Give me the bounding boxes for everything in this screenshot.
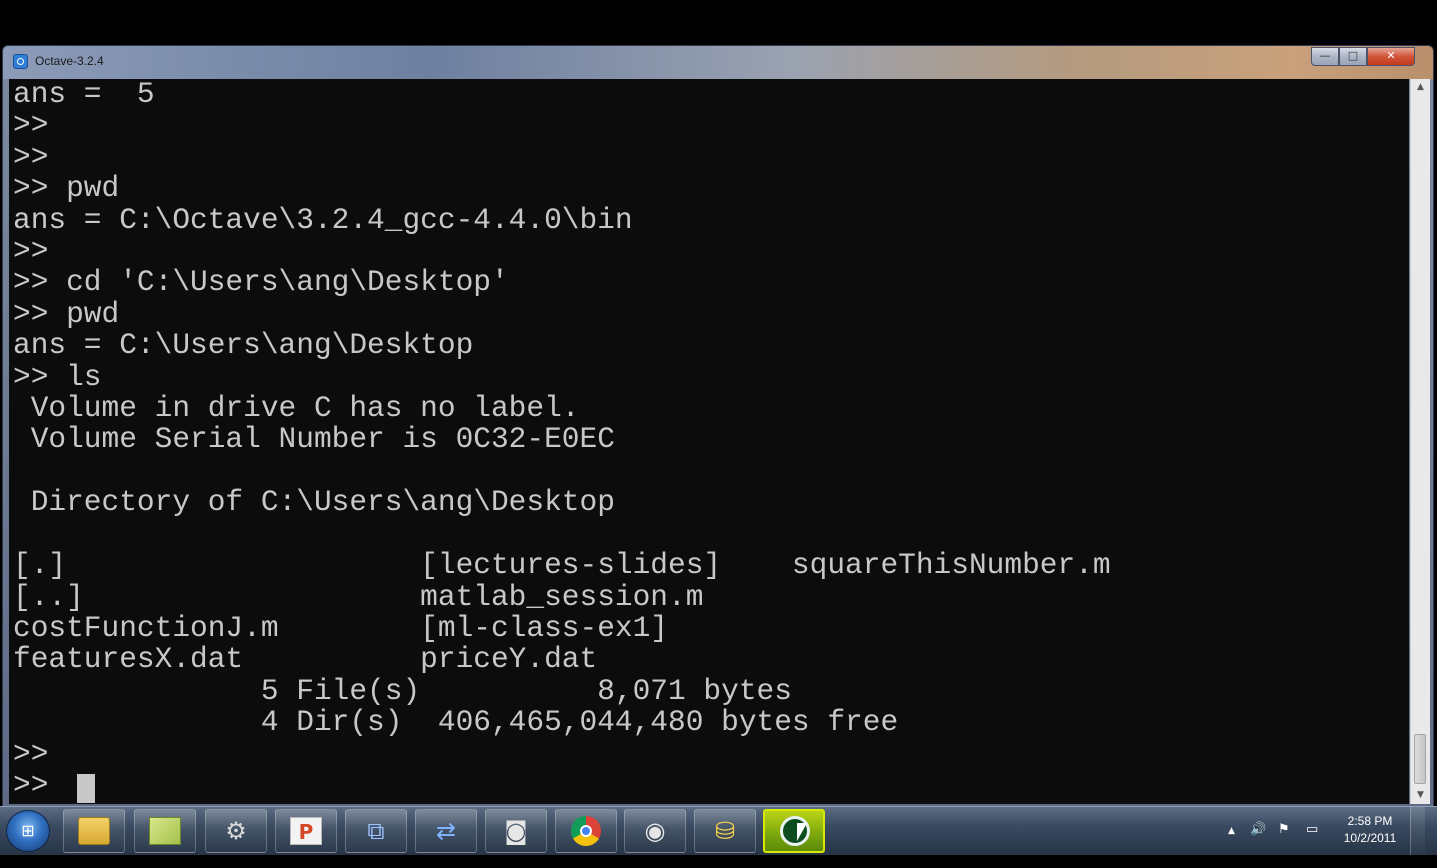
powerpoint-icon: P — [290, 817, 322, 845]
minimize-button[interactable]: — — [1311, 47, 1339, 66]
start-button[interactable]: ⊞ — [6, 810, 50, 852]
taskbar-sticky-notes[interactable] — [134, 809, 196, 853]
tools-icon: ⚙ — [225, 817, 247, 845]
show-desktop-button[interactable] — [1410, 807, 1425, 855]
show-hidden-icons-icon[interactable]: ▲ — [1228, 826, 1235, 836]
clock-date: 10/2/2011 — [1343, 831, 1397, 845]
taskbar-explorer[interactable] — [63, 809, 125, 853]
network-status-icon[interactable]: ▭ — [1306, 822, 1318, 837]
taskbar-camera[interactable]: ◙ — [485, 809, 547, 853]
scroll-down-arrow-icon[interactable]: ▼ — [1411, 787, 1430, 804]
taskbar-python[interactable]: ⛁ — [694, 809, 756, 853]
text-cursor — [77, 774, 95, 803]
octave-window: Octave-3.2.4 — □ ✕ ans = 5 >> >> >> pwd … — [2, 45, 1434, 809]
taskbar-octave[interactable] — [763, 809, 825, 853]
desktop-screen: Octave-3.2.4 — □ ✕ ans = 5 >> >> >> pwd … — [0, 0, 1437, 868]
camera-icon: ◙ — [504, 817, 528, 845]
scroll-up-arrow-icon[interactable]: ▲ — [1411, 79, 1430, 96]
title-bar[interactable]: Octave-3.2.4 — □ ✕ — [3, 46, 1433, 79]
sticky-notes-icon — [149, 817, 181, 845]
python-icon: ⛁ — [714, 817, 736, 845]
maximize-button[interactable]: □ — [1339, 47, 1367, 66]
scrollbar-thumb[interactable] — [1414, 734, 1426, 784]
taskbar: ⊞ ⚙ P ⧉ ⇄ ◙ ◉ ⛁ ▲ 🔊 ⚑ ▭ 2:58 PM 10/2/201… — [0, 806, 1437, 855]
sync-icon: ⧉ — [367, 817, 385, 845]
taskbar-network[interactable]: ⇄ — [415, 809, 477, 853]
clock-time: 2:58 PM — [1347, 814, 1393, 828]
webcam-icon: ◉ — [644, 817, 666, 845]
console-output: ans = 5 >> >> >> pwd ans = C:\Octave\3.2… — [13, 79, 1111, 802]
folder-icon — [78, 817, 110, 845]
taskbar-powerpoint[interactable]: P — [275, 809, 337, 853]
taskbar-tools[interactable]: ⚙ — [205, 809, 267, 853]
network-icon: ⇄ — [435, 817, 457, 845]
mouse-pointer-icon — [797, 823, 807, 841]
octave-app-icon — [13, 54, 28, 69]
close-button[interactable]: ✕ — [1367, 47, 1415, 66]
taskbar-chrome[interactable] — [555, 809, 617, 853]
action-center-flag-icon[interactable]: ⚑ — [1278, 822, 1290, 837]
taskbar-webcam[interactable]: ◉ — [624, 809, 686, 853]
chrome-icon — [571, 816, 601, 846]
taskbar-clock[interactable]: 2:58 PM 10/2/2011 — [1335, 813, 1405, 847]
terminal-console[interactable]: ans = 5 >> >> >> pwd ans = C:\Octave\3.2… — [9, 79, 1409, 804]
volume-icon[interactable]: 🔊 — [1250, 822, 1266, 837]
system-tray: ▲ 🔊 ⚑ ▭ — [1222, 807, 1332, 855]
taskbar-sync[interactable]: ⧉ — [345, 809, 407, 853]
window-title: Octave-3.2.4 — [35, 54, 104, 68]
vertical-scrollbar[interactable]: ▲ ▼ — [1410, 79, 1430, 804]
